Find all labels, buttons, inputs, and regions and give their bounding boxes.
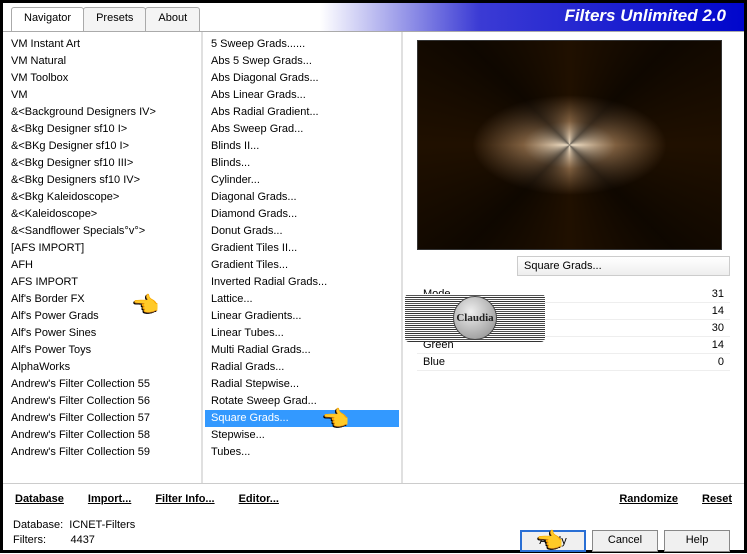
list-item[interactable]: Linear Gradients... xyxy=(205,308,399,325)
dialog-buttons: Apply Cancel Help xyxy=(520,530,730,552)
list-item[interactable]: &<BKg Designer sf10 I> xyxy=(5,138,199,155)
list-item[interactable]: Radial Stepwise... xyxy=(205,376,399,393)
list-item[interactable]: Tubes... xyxy=(205,444,399,461)
list-item[interactable]: Andrew's Filter Collection 58 xyxy=(5,427,199,444)
database-button[interactable]: Database xyxy=(15,493,64,505)
list-item[interactable]: Gradient Tiles... xyxy=(205,257,399,274)
randomize-button[interactable]: Randomize xyxy=(619,493,678,505)
tab-navigator[interactable]: Navigator xyxy=(11,7,84,31)
param-value: 14 xyxy=(684,305,724,317)
db-label: Database: xyxy=(13,519,63,531)
toolbar: Database Import... Filter Info... Editor… xyxy=(3,483,744,514)
list-item[interactable]: Andrew's Filter Collection 57 xyxy=(5,410,199,427)
list-item[interactable]: &<Bkg Designers sf10 IV> xyxy=(5,172,199,189)
apply-button[interactable]: Apply xyxy=(520,530,586,552)
list-item[interactable]: Cylinder... xyxy=(205,172,399,189)
editor-button[interactable]: Editor... xyxy=(239,493,279,505)
list-item[interactable]: Square Grads... xyxy=(205,410,399,427)
param-value: 30 xyxy=(684,322,724,334)
list-item[interactable]: Radial Grads... xyxy=(205,359,399,376)
list-item[interactable]: Gradient Tiles II... xyxy=(205,240,399,257)
footer-info: Database: ICNET-Filters Filters: 4437 xyxy=(13,518,135,548)
param-name: Blue xyxy=(423,356,684,368)
category-column: VM Instant ArtVM NaturalVM ToolboxVM&<Ba… xyxy=(3,32,203,483)
list-item[interactable]: Andrew's Filter Collection 59 xyxy=(5,444,199,461)
tab-presets[interactable]: Presets xyxy=(83,7,146,31)
list-item[interactable]: Diamond Grads... xyxy=(205,206,399,223)
filter-column: 5 Sweep Grads......Abs 5 Swep Grads...Ab… xyxy=(203,32,403,483)
filters-count: 4437 xyxy=(70,534,94,546)
param-value: 0 xyxy=(684,356,724,368)
list-item[interactable]: Multi Radial Grads... xyxy=(205,342,399,359)
main-area: VM Instant ArtVM NaturalVM ToolboxVM&<Ba… xyxy=(3,31,744,483)
list-item[interactable]: 5 Sweep Grads...... xyxy=(205,36,399,53)
db-value: ICNET-Filters xyxy=(69,519,135,531)
footer: Database: ICNET-Filters Filters: 4437 Ap… xyxy=(3,514,744,548)
help-button[interactable]: Help xyxy=(664,530,730,552)
list-item[interactable]: Blinds... xyxy=(205,155,399,172)
preview-image xyxy=(417,40,722,250)
list-item[interactable]: VM Toolbox xyxy=(5,70,199,87)
list-item[interactable]: &<Bkg Kaleidoscope> xyxy=(5,189,199,206)
list-item[interactable]: Abs Diagonal Grads... xyxy=(205,70,399,87)
list-item[interactable]: Abs Radial Gradient... xyxy=(205,104,399,121)
app-window: Navigator Presets About Filters Unlimite… xyxy=(0,0,747,553)
list-item[interactable]: Abs 5 Swep Grads... xyxy=(205,53,399,70)
list-item[interactable]: &<Kaleidoscope> xyxy=(5,206,199,223)
list-item[interactable]: Andrew's Filter Collection 56 xyxy=(5,393,199,410)
tab-about[interactable]: About xyxy=(145,7,200,31)
filter-list[interactable]: 5 Sweep Grads......Abs 5 Swep Grads...Ab… xyxy=(203,32,401,483)
list-item[interactable]: AFS IMPORT xyxy=(5,274,199,291)
filters-label: Filters: xyxy=(13,534,46,546)
list-item[interactable]: &<Background Designers IV> xyxy=(5,104,199,121)
list-item[interactable]: Rotate Sweep Grad... xyxy=(205,393,399,410)
param-row[interactable]: Blue0 xyxy=(417,354,730,371)
list-item[interactable]: Inverted Radial Grads... xyxy=(205,274,399,291)
list-item[interactable]: Andrew's Filter Collection 55 xyxy=(5,376,199,393)
selected-filter-label: Square Grads... xyxy=(517,256,730,276)
list-item[interactable]: Donut Grads... xyxy=(205,223,399,240)
list-item[interactable]: AlphaWorks xyxy=(5,359,199,376)
list-item[interactable]: &<Bkg Designer sf10 I> xyxy=(5,121,199,138)
list-item[interactable]: Alf's Border FX xyxy=(5,291,199,308)
list-item[interactable]: Linear Tubes... xyxy=(205,325,399,342)
list-item[interactable]: VM Natural xyxy=(5,53,199,70)
list-item[interactable]: &<Bkg Designer sf10 III> xyxy=(5,155,199,172)
list-item[interactable]: &<Sandflower Specials°v°> xyxy=(5,223,199,240)
list-item[interactable]: [AFS IMPORT] xyxy=(5,240,199,257)
list-item[interactable]: VM xyxy=(5,87,199,104)
window-title: Filters Unlimited 2.0 xyxy=(214,3,744,31)
list-item[interactable]: Alf's Power Grads xyxy=(5,308,199,325)
tab-bar: Navigator Presets About xyxy=(3,3,199,31)
list-item[interactable]: Abs Sweep Grad... xyxy=(205,121,399,138)
watermark-badge: Claudia xyxy=(453,296,497,340)
list-item[interactable]: Stepwise... xyxy=(205,427,399,444)
cancel-button[interactable]: Cancel xyxy=(592,530,658,552)
import-button[interactable]: Import... xyxy=(88,493,131,505)
list-item[interactable]: Alf's Power Toys xyxy=(5,342,199,359)
param-value: 14 xyxy=(684,339,724,351)
list-item[interactable]: Blinds II... xyxy=(205,138,399,155)
filter-info-button[interactable]: Filter Info... xyxy=(155,493,214,505)
watermark: Claudia xyxy=(405,294,545,342)
category-list[interactable]: VM Instant ArtVM NaturalVM ToolboxVM&<Ba… xyxy=(3,32,201,483)
list-item[interactable]: Abs Linear Grads... xyxy=(205,87,399,104)
preview-column: Square Grads... Mode31Brightness14Red30G… xyxy=(403,32,744,483)
list-item[interactable]: VM Instant Art xyxy=(5,36,199,53)
list-item[interactable]: Alf's Power Sines xyxy=(5,325,199,342)
header: Navigator Presets About Filters Unlimite… xyxy=(3,3,744,31)
param-value: 31 xyxy=(684,288,724,300)
list-item[interactable]: Lattice... xyxy=(205,291,399,308)
list-item[interactable]: AFH xyxy=(5,257,199,274)
reset-button[interactable]: Reset xyxy=(702,493,732,505)
list-item[interactable]: Diagonal Grads... xyxy=(205,189,399,206)
